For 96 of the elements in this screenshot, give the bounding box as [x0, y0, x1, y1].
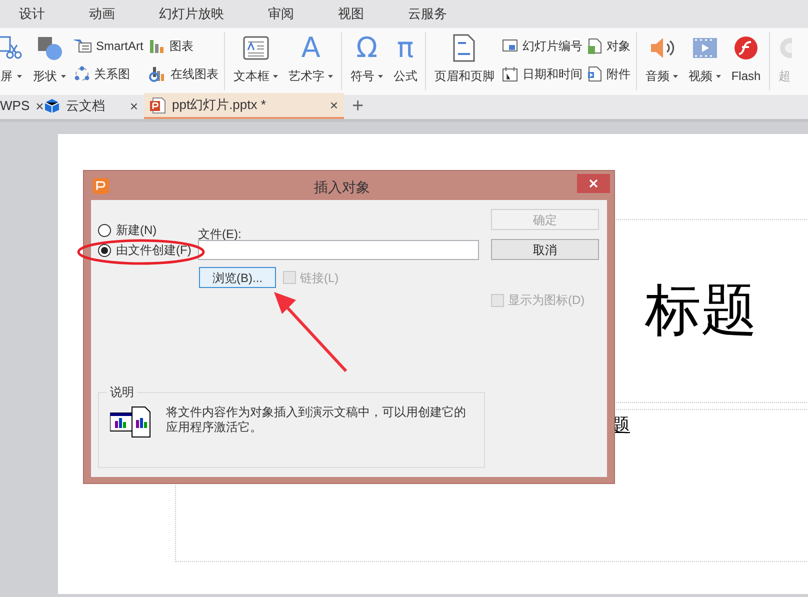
smartart-icon [74, 39, 92, 53]
caret-icon [16, 74, 22, 78]
ribbon-button[interactable]: 音频 [640, 32, 684, 90]
checkbox-label: 显示为图标(D) [508, 292, 585, 309]
document-icon [453, 34, 476, 62]
flash-icon [734, 36, 758, 60]
radio-label: 由文件创建(F) [116, 242, 192, 259]
letter-a-icon: A [301, 34, 320, 62]
tab-label: 云文档 [66, 97, 106, 116]
browse-button[interactable]: 浏览(B)... [199, 267, 276, 288]
slide-title: 标题 [645, 283, 757, 339]
menu-tab[interactable]: 视图 [335, 4, 367, 24]
close-icon[interactable]: × [36, 96, 44, 116]
cube-icon [44, 98, 60, 114]
group-title: 说明 [107, 383, 137, 401]
button-label: 文本框 [233, 68, 270, 85]
scissors-icon [0, 35, 22, 61]
ribbon-button[interactable]: 日期和时间 [502, 64, 582, 84]
online-chart-icon [149, 66, 166, 82]
document-tab[interactable]: ppt幻灯片.pptx * × [144, 93, 344, 119]
button-label: 符号 [350, 68, 374, 85]
close-icon [589, 179, 598, 188]
caret-icon [61, 74, 66, 78]
bar-chart-icon [149, 38, 166, 54]
button-label: 关系图 [94, 66, 130, 83]
description-text: 将文件内容作为对象插入到演示文稿中，可以用创建它的应用程序激活它。 [166, 405, 467, 435]
caret-icon [378, 74, 384, 78]
ribbon-button[interactable]: π 公式 [388, 32, 422, 90]
object-chart-icon [110, 406, 152, 438]
object-icon [588, 38, 602, 54]
caret-icon [716, 74, 722, 78]
radio-button[interactable] [98, 224, 111, 236]
ribbon-button[interactable]: 形状 [28, 32, 71, 90]
ribbon-button[interactable]: 图表 [149, 36, 218, 56]
ribbon-button[interactable]: Flash [726, 32, 766, 90]
attachment-icon [588, 66, 602, 82]
close-icon[interactable]: × [130, 96, 138, 116]
checkbox-label: 链接(L) [300, 270, 339, 286]
button-label: 视频 [688, 68, 712, 85]
film-icon [692, 37, 718, 59]
ribbon-button[interactable]: 幻灯片编号 [502, 36, 582, 56]
menu-tab[interactable]: 云服务 [405, 4, 450, 24]
button-label: 屏 [0, 68, 12, 85]
ribbon-button[interactable]: 在线图表 [149, 64, 218, 84]
button-label: 超 [778, 68, 791, 85]
dialog-title: 插入对象 [314, 178, 370, 197]
close-icon[interactable]: × [330, 94, 338, 116]
close-button[interactable] [577, 174, 610, 193]
button-label: 幻灯片编号 [522, 38, 582, 55]
calendar-icon [502, 66, 518, 82]
caret-icon [273, 74, 278, 78]
tab-label: WPS [0, 97, 30, 116]
button-label: 图表 [169, 38, 194, 55]
menu-tab[interactable]: 动画 [86, 4, 118, 24]
pi-icon: π [396, 34, 414, 62]
menu-tab[interactable]: 审阅 [265, 4, 297, 24]
app-logo-icon [93, 178, 109, 194]
ribbon-button[interactable]: 对象 [588, 36, 630, 56]
caret-icon [673, 74, 678, 78]
tab-label: ppt幻灯片.pptx * [172, 96, 267, 114]
button-label: 公式 [393, 68, 418, 85]
radio-label: 新建(N) [116, 222, 157, 239]
ribbon-button[interactable]: Ω 符号 [345, 32, 388, 90]
ribbon-button[interactable]: 页眉和页脚 [429, 32, 500, 90]
button-label: Flash [731, 68, 761, 85]
ribbon-button[interactable]: 附件 [588, 64, 630, 84]
radio-button[interactable] [98, 244, 111, 256]
menu-tab[interactable]: 幻灯片放映 [156, 4, 227, 24]
new-tab-button[interactable]: + [352, 96, 364, 116]
button-label: 附件 [606, 66, 630, 83]
button-label: 艺术字 [288, 68, 324, 85]
button-label: 形状 [33, 68, 57, 85]
file-label: 文件(E): [198, 226, 242, 240]
ribbon-button[interactable]: 文本框 [228, 32, 284, 90]
numbered-slide-icon [502, 39, 518, 53]
cycle-icon [74, 66, 90, 82]
text-box-icon [242, 36, 269, 60]
dialog-button[interactable]: 取消 [491, 239, 599, 260]
presentation-file-icon [150, 96, 166, 114]
shapes-icon [36, 35, 64, 61]
ribbon-button[interactable]: 关系图 [74, 64, 144, 84]
speaker-icon [648, 36, 675, 60]
caret-icon [328, 74, 334, 78]
omega-icon: Ω [356, 34, 378, 62]
button-label: 音频 [645, 68, 670, 85]
ribbon-button[interactable]: 视频 [683, 32, 726, 90]
button-label: 对象 [606, 38, 630, 55]
ribbon-button[interactable]: 屏 [0, 32, 28, 90]
button-label: SmartArt [96, 38, 144, 55]
button-label: 页眉和页脚 [434, 68, 494, 85]
menu-tab[interactable]: 设计 [16, 4, 48, 24]
button-label: 日期和时间 [522, 66, 582, 83]
file-field[interactable] [198, 240, 479, 260]
button-label: 在线图表 [170, 66, 218, 83]
ribbon-button[interactable]: A 艺术字 [283, 32, 338, 90]
ribbon-button[interactable]: SmartArt [74, 36, 144, 56]
